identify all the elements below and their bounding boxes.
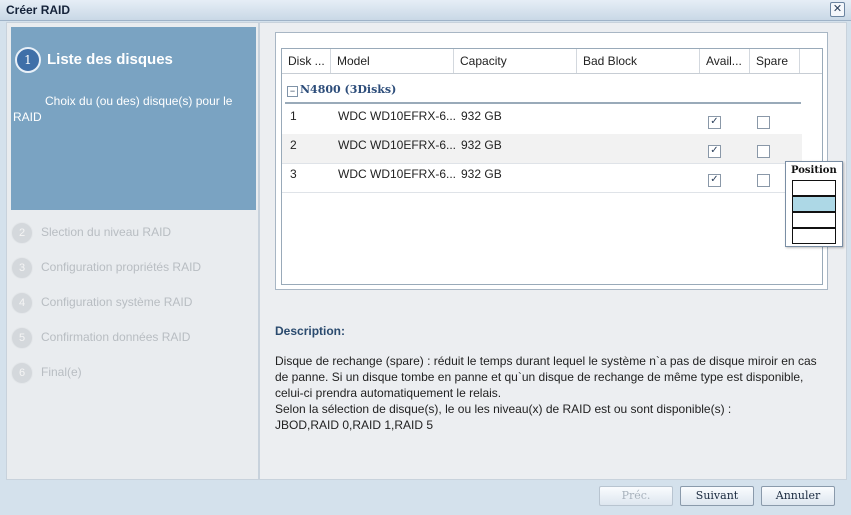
collapse-toggle-icon[interactable]: −: [287, 86, 298, 97]
step-raid-system: 4 Configuration système RAID: [11, 290, 251, 316]
group-label: N4800 (3Disks): [300, 83, 397, 96]
group-row: − N4800 (3Disks): [285, 80, 801, 104]
cancel-button[interactable]: Annuler: [761, 486, 835, 506]
step-title: Liste des disques: [47, 51, 173, 68]
cell-disk: 2: [290, 138, 297, 152]
column-header-bad-block[interactable]: Bad Block: [577, 49, 700, 73]
cell-disk: 1: [290, 109, 297, 123]
position-title: Position: [791, 165, 837, 176]
position-slot[interactable]: [792, 196, 836, 212]
content-panel: Disk ... Model Capacity Bad Block Avail.…: [259, 22, 847, 480]
step-label: Confirmation données RAID: [41, 330, 191, 344]
description-text: Disque de rechange (spare) : réduit le t…: [275, 354, 817, 400]
table-row[interactable]: 3 WDC WD10EFRX-6... 932 GB ✓: [282, 163, 802, 193]
position-slot[interactable]: [792, 180, 836, 196]
previous-button[interactable]: Préc.: [599, 486, 673, 506]
close-icon[interactable]: ✕: [830, 2, 845, 17]
spare-checkbox[interactable]: [757, 174, 770, 187]
raid-levels-text: JBOD,RAID 0,RAID 1,RAID 5: [275, 418, 434, 432]
column-header-capacity[interactable]: Capacity: [454, 49, 577, 73]
step-number-badge: 5: [11, 327, 33, 349]
cell-model: WDC WD10EFRX-6...: [338, 138, 457, 152]
step-number-badge: 4: [11, 292, 33, 314]
description-title: Description:: [275, 324, 346, 338]
position-slot[interactable]: [792, 212, 836, 228]
position-popup: Position: [785, 161, 843, 247]
description-text: Selon la sélection de disque(s), le ou l…: [275, 402, 732, 416]
column-header-spare[interactable]: Spare: [750, 49, 800, 73]
column-header-disk[interactable]: Disk ...: [282, 49, 331, 73]
step-raid-properties: 3 Configuration propriétés RAID: [11, 255, 251, 281]
cell-capacity: 932 GB: [461, 167, 502, 181]
disk-grid-frame: Disk ... Model Capacity Bad Block Avail.…: [275, 32, 828, 290]
grid-header: Disk ... Model Capacity Bad Block Avail.…: [282, 49, 822, 74]
next-button[interactable]: Suivant: [680, 486, 754, 506]
step-raid-level: 2 Slection du niveau RAID: [11, 220, 251, 246]
window-title: Créer RAID: [6, 3, 71, 17]
cell-disk: 3: [290, 167, 297, 181]
position-slot[interactable]: [792, 228, 836, 244]
cell-model: WDC WD10EFRX-6...: [338, 167, 457, 181]
step-number-badge: 1: [15, 47, 41, 73]
step-description: Choix du (ou des) disque(s) pour le RAID: [13, 94, 233, 124]
table-row[interactable]: 1 WDC WD10EFRX-6... 932 GB ✓: [282, 105, 802, 135]
wizard-steps-panel: 1 Liste des disques Choix du (ou des) di…: [6, 22, 259, 480]
step-label: Configuration système RAID: [41, 295, 193, 309]
step-label: Slection du niveau RAID: [41, 225, 172, 239]
title-bar: Créer RAID ✕: [0, 0, 851, 21]
disk-grid: Disk ... Model Capacity Bad Block Avail.…: [281, 48, 823, 285]
column-header-model[interactable]: Model: [331, 49, 454, 73]
description-section: Description: Disque de rechange (spare) …: [275, 323, 825, 433]
cell-model: WDC WD10EFRX-6...: [338, 109, 457, 123]
available-checkbox[interactable]: ✓: [708, 174, 721, 187]
spare-checkbox[interactable]: [757, 116, 770, 129]
cell-capacity: 932 GB: [461, 109, 502, 123]
step-label: Configuration propriétés RAID: [41, 260, 202, 274]
available-checkbox[interactable]: ✓: [708, 116, 721, 129]
step-number-badge: 6: [11, 362, 33, 384]
step-final: 6 Final(e): [11, 360, 251, 386]
column-header-available[interactable]: Avail...: [700, 49, 750, 73]
step-number-badge: 2: [11, 222, 33, 244]
step-raid-confirm: 5 Confirmation données RAID: [11, 325, 251, 351]
step-number-badge: 3: [11, 257, 33, 279]
step-active: 1 Liste des disques Choix du (ou des) di…: [11, 27, 256, 210]
step-label: Final(e): [41, 365, 82, 379]
spare-checkbox[interactable]: [757, 145, 770, 158]
cell-capacity: 932 GB: [461, 138, 502, 152]
available-checkbox[interactable]: ✓: [708, 145, 721, 158]
table-row[interactable]: 2 WDC WD10EFRX-6... 932 GB ✓: [282, 134, 802, 164]
